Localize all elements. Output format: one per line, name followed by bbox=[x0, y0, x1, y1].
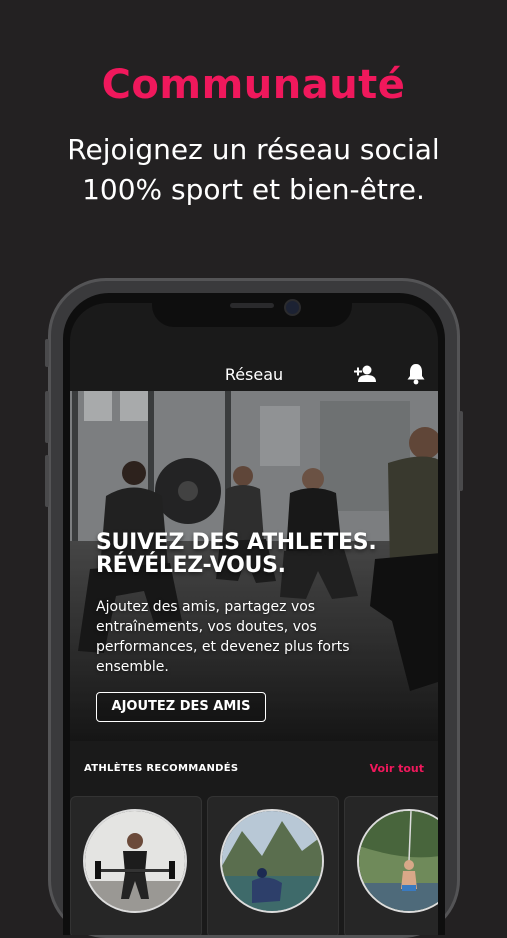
promo-subtitle-line1: Rejoignez un réseau social bbox=[67, 133, 440, 166]
phone-frame: Réseau SUIVEZ DES ATHLETES. RÉVÉLEZ-VOUS… bbox=[45, 278, 463, 938]
hero-banner: SUIVEZ DES ATHLETES. RÉVÉLEZ-VOUS. Ajout… bbox=[70, 391, 438, 741]
hero-headline-line2: RÉVÉLEZ-VOUS. bbox=[96, 553, 286, 578]
athlete-card[interactable] bbox=[344, 796, 438, 935]
person-add-icon[interactable] bbox=[352, 361, 378, 387]
athlete-card[interactable] bbox=[207, 796, 339, 935]
app-screen: Réseau SUIVEZ DES ATHLETES. RÉVÉLEZ-VOUS… bbox=[70, 303, 438, 935]
phone-volume-up-button bbox=[45, 391, 49, 443]
phone-side-button bbox=[45, 339, 49, 367]
phone-notch bbox=[152, 293, 352, 327]
camera-icon bbox=[284, 299, 301, 316]
promo-title: Communauté bbox=[101, 62, 406, 108]
bell-icon[interactable] bbox=[403, 361, 429, 387]
hero-headline: SUIVEZ DES ATHLETES. RÉVÉLEZ-VOUS. bbox=[96, 530, 377, 578]
recommended-athletes-header: ATHLÈTES RECOMMANDÉS bbox=[84, 763, 239, 774]
add-friends-button[interactable]: AJOUTEZ DES AMIS bbox=[96, 692, 266, 722]
athlete-card[interactable] bbox=[70, 796, 202, 935]
phone-volume-down-button bbox=[45, 455, 49, 507]
athlete-avatar bbox=[220, 809, 324, 913]
promo-subtitle: Rejoignez un réseau social 100% sport et… bbox=[0, 130, 507, 210]
speaker bbox=[230, 303, 274, 308]
hero-description: Ajoutez des amis, partagez vos entraînem… bbox=[96, 599, 350, 675]
see-all-link[interactable]: Voir tout bbox=[370, 762, 424, 775]
phone-bezel: Réseau SUIVEZ DES ATHLETES. RÉVÉLEZ-VOUS… bbox=[63, 293, 445, 935]
hero-headline-line1: SUIVEZ DES ATHLETES. bbox=[96, 530, 377, 555]
nav-title: Réseau bbox=[224, 365, 284, 384]
phone-power-button bbox=[459, 411, 463, 491]
athlete-avatar bbox=[357, 809, 438, 913]
promo-subtitle-line2: 100% sport et bien-être. bbox=[82, 173, 425, 206]
athlete-avatar bbox=[83, 809, 187, 913]
